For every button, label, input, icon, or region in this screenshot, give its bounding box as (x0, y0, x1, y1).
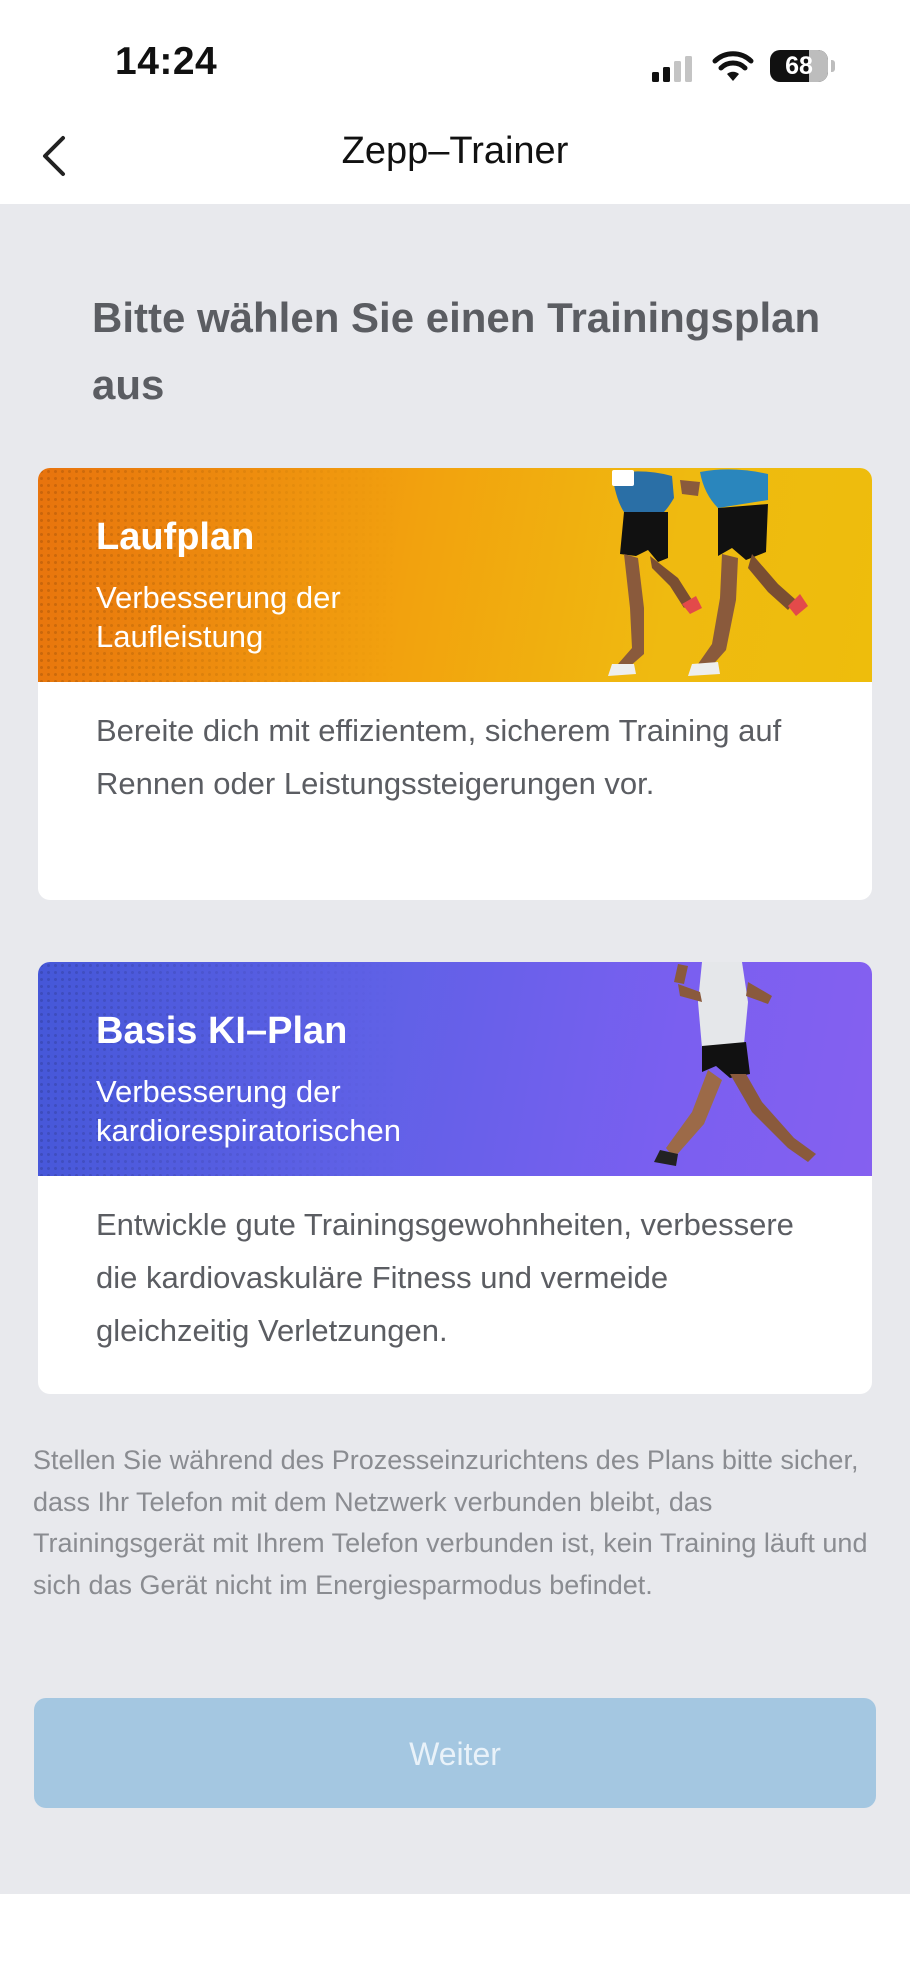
battery-level: 68 (785, 52, 813, 80)
cellular-signal-icon (652, 56, 692, 82)
plan-banner: Laufplan Verbesserung der Laufleistung (38, 468, 872, 682)
plan-title: Laufplan (96, 516, 255, 558)
plan-title: Basis KI–Plan (96, 1010, 348, 1052)
runners-illustration (608, 469, 808, 676)
plan-subtitle: Verbesserung der kardiorespiratorischen (96, 1074, 401, 1148)
page-title: Zepp–Trainer (341, 130, 569, 172)
wifi-icon (712, 51, 754, 81)
section-heading: Bitte wählen Sie einen Trainingsplan aus (92, 294, 821, 408)
plan-card-running[interactable]: Laufplan Verbesserung der Laufleistung B… (38, 468, 872, 900)
main-content: Bitte wählen Sie einen Trainingsplan aus (0, 204, 910, 1894)
continue-button[interactable]: Weiter (34, 1698, 876, 1808)
status-time: 14:24 (115, 40, 218, 83)
plan-banner: Basis KI–Plan Verbesserung der kardiores… (38, 962, 872, 1176)
battery-tip (831, 60, 835, 72)
battery-icon: 68 (770, 50, 828, 82)
plan-card-basic-ai[interactable]: Basis KI–Plan Verbesserung der kardiores… (38, 962, 872, 1394)
plan-subtitle: Verbesserung der Laufleistung (96, 580, 341, 654)
setup-note: Stellen Sie während des Prozesseinzurich… (33, 1445, 868, 1600)
plan-description: Entwickle gute Trainingsgewohnheiten, ve… (96, 1207, 794, 1348)
runner-illustration (654, 962, 816, 1166)
plan-description: Bereite dich mit effizientem, sicherem T… (96, 713, 782, 801)
navigation-bar: Zepp–Trainer (0, 108, 910, 204)
